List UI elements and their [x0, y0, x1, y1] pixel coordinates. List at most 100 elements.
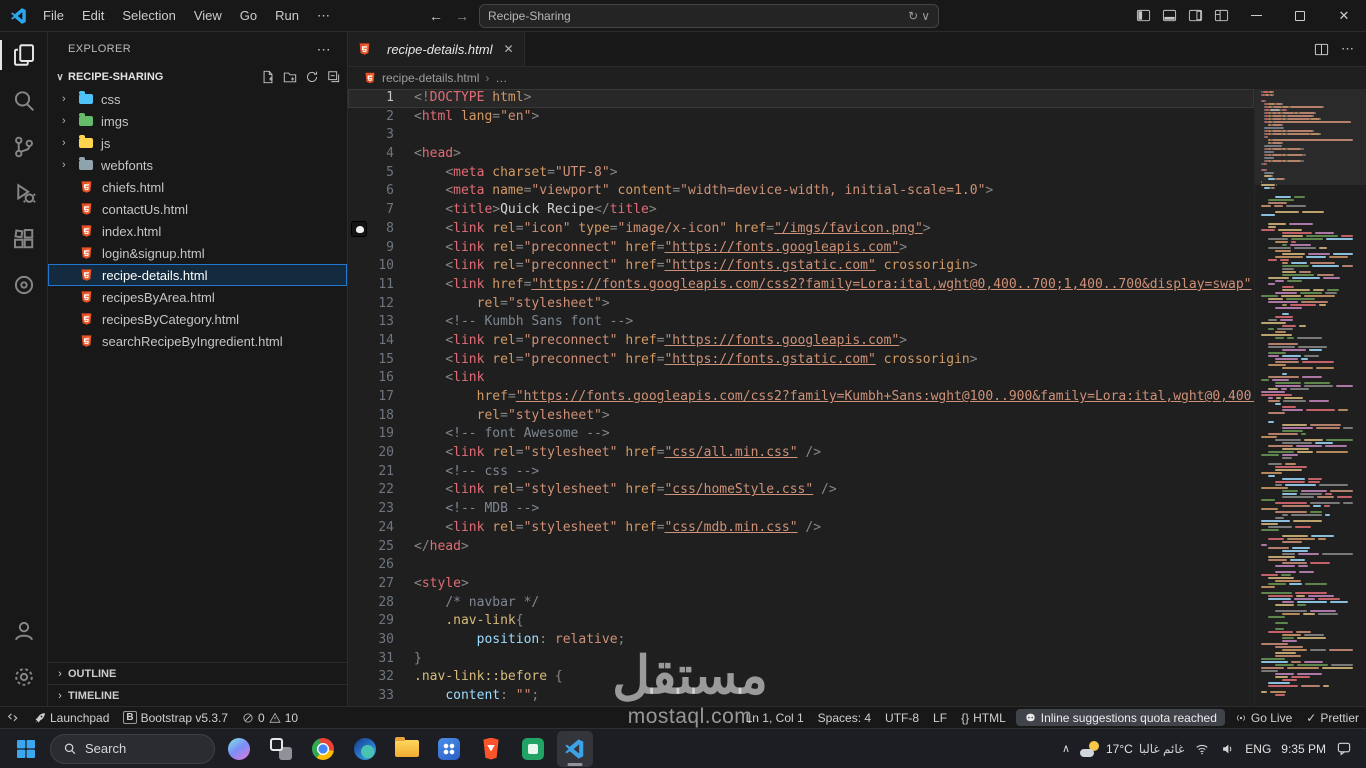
cursor-position[interactable]: Ln 1, Col 1	[739, 707, 811, 728]
file-chiefs.html[interactable]: chiefs.html	[48, 176, 347, 198]
clock[interactable]: 9:35 PM	[1281, 742, 1326, 756]
menu-run[interactable]: Run	[266, 1, 308, 31]
history-icon[interactable]: ↻ ∨	[908, 9, 930, 23]
maximize-button[interactable]	[1278, 0, 1322, 32]
launchpad-button[interactable]: Launchpad	[27, 707, 116, 728]
customize-layout-icon[interactable]	[1208, 0, 1234, 32]
code-line-19[interactable]: 19 <!-- font Awesome -->	[348, 425, 1254, 444]
explorer-icon[interactable]	[0, 32, 48, 78]
hidden-icons-caret[interactable]: ∧	[1062, 742, 1070, 755]
close-button[interactable]: ✕	[1322, 0, 1366, 32]
back-arrow-icon[interactable]: ←	[427, 8, 445, 24]
eol-sequence[interactable]: LF	[926, 707, 954, 728]
code-line-29[interactable]: 29 .nav-link{	[348, 612, 1254, 631]
forward-arrow-icon[interactable]: →	[453, 8, 471, 24]
weather-widget[interactable]: 17°C غائم غالبا	[1080, 740, 1184, 757]
extension-circle-icon[interactable]	[0, 262, 48, 308]
code-line-16[interactable]: 16 <link	[348, 369, 1254, 388]
notifications-icon[interactable]	[1336, 741, 1352, 756]
indentation[interactable]: Spaces: 4	[811, 707, 878, 728]
toggle-sidebar-icon[interactable]	[1130, 0, 1156, 32]
file-recipe-details.html[interactable]: recipe-details.html	[48, 264, 347, 286]
code-line-24[interactable]: 24 <link rel="stylesheet" href="css/mdb.…	[348, 519, 1254, 538]
code-line-25[interactable]: 25 </head>	[348, 538, 1254, 557]
settings-gear-icon[interactable]	[0, 654, 48, 700]
language-mode[interactable]: {} HTML	[954, 707, 1013, 728]
menu-selection[interactable]: Selection	[113, 1, 184, 31]
menu-view[interactable]: View	[185, 1, 231, 31]
file-recipesByArea.html[interactable]: recipesByArea.html	[48, 286, 347, 308]
volume-icon[interactable]	[1220, 742, 1235, 756]
wifi-icon[interactable]	[1194, 742, 1210, 756]
code-line-22[interactable]: 22 <link rel="stylesheet" href="css/home…	[348, 481, 1254, 500]
section-timeline[interactable]: › TIMELINE	[48, 684, 347, 706]
folder-css[interactable]: › css	[48, 88, 347, 110]
code-line-1[interactable]: 1 <!DOCTYPE html>	[348, 89, 1254, 108]
code-line-30[interactable]: 30 position: relative;	[348, 631, 1254, 650]
toggle-secondary-sidebar-icon[interactable]	[1182, 0, 1208, 32]
go-live-button[interactable]: Go Live	[1228, 707, 1299, 728]
code-line-8[interactable]: 8 <link rel="icon" type="image/x-icon" h…	[348, 220, 1254, 239]
extensions-icon[interactable]	[0, 216, 48, 262]
file-explorer-icon[interactable]	[389, 731, 425, 767]
code-line-10[interactable]: 10 <link rel="preconnect" href="https://…	[348, 257, 1254, 276]
code-lines[interactable]: 1 <!DOCTYPE html> 2 <html lang="en"> 3 4 <head…	[348, 89, 1254, 706]
project-root-row[interactable]: ∨ RECIPE-SHARING	[48, 66, 347, 88]
toggle-panel-icon[interactable]	[1156, 0, 1182, 32]
split-editor-icon[interactable]	[1314, 42, 1329, 57]
remote-indicator[interactable]	[0, 707, 27, 728]
folder-webfonts[interactable]: › webfonts	[48, 154, 347, 176]
explorer-more-icon[interactable]: ⋯	[317, 41, 331, 58]
tab-recipe-details[interactable]: recipe-details.html ✕	[348, 32, 525, 66]
search-command-box[interactable]: Recipe-Sharing ↻ ∨	[479, 4, 939, 28]
code-line-28[interactable]: 28 /* navbar */	[348, 594, 1254, 613]
code-line-12[interactable]: 12 rel="stylesheet">	[348, 295, 1254, 314]
breadcrumb-file[interactable]: recipe-details.html	[382, 71, 479, 85]
code-line-4[interactable]: 4 <head>	[348, 145, 1254, 164]
breadcrumb[interactable]: recipe-details.html › …	[348, 67, 1366, 89]
copilot-app-icon[interactable]	[221, 731, 257, 767]
green-app-icon[interactable]	[515, 731, 551, 767]
code-line-27[interactable]: 27 <style>	[348, 575, 1254, 594]
start-button[interactable]	[8, 731, 44, 767]
menu-go[interactable]: Go	[231, 1, 266, 31]
menubar-more-icon[interactable]: ⋯	[308, 1, 339, 31]
folder-js[interactable]: › js	[48, 132, 347, 154]
code-line-13[interactable]: 13 <!-- Kumbh Sans font -->	[348, 313, 1254, 332]
copilot-quota-status[interactable]: Inline suggestions quota reached	[1015, 709, 1225, 726]
code-line-20[interactable]: 20 <link rel="stylesheet" href="css/all.…	[348, 444, 1254, 463]
chrome-icon[interactable]	[305, 731, 341, 767]
account-icon[interactable]	[0, 608, 48, 654]
code-line-33[interactable]: 33 content: "";	[348, 687, 1254, 706]
minimize-button[interactable]	[1234, 0, 1278, 32]
search-icon[interactable]	[0, 78, 48, 124]
bootstrap-version-button[interactable]: B Bootstrap v5.3.7	[116, 707, 235, 728]
edge-icon[interactable]	[347, 731, 383, 767]
input-language[interactable]: ENG	[1245, 742, 1271, 756]
code-line-18[interactable]: 18 rel="stylesheet">	[348, 407, 1254, 426]
collapse-all-icon[interactable]	[327, 70, 341, 84]
file-searchRecipeByIngredient.html[interactable]: searchRecipeByIngredient.html	[48, 330, 347, 352]
code-line-15[interactable]: 15 <link rel="preconnect" href="https://…	[348, 351, 1254, 370]
editor-more-icon[interactable]: ⋯	[1341, 41, 1354, 57]
problems-button[interactable]: 0 10	[235, 707, 305, 728]
code-line-21[interactable]: 21 <!-- css -->	[348, 463, 1254, 482]
vscode-taskbar-icon[interactable]	[557, 730, 593, 767]
code-line-32[interactable]: 32 .nav-link::before {	[348, 668, 1254, 687]
run-debug-icon[interactable]	[0, 170, 48, 216]
tab-close-icon[interactable]: ✕	[504, 42, 514, 56]
code-line-7[interactable]: 7 <title>Quick Recipe</title>	[348, 201, 1254, 220]
file-contactUs.html[interactable]: contactUs.html	[48, 198, 347, 220]
code-line-26[interactable]: 26	[348, 556, 1254, 575]
code-line-2[interactable]: 2 <html lang="en">	[348, 108, 1254, 127]
prettier-button[interactable]: ✓ Prettier	[1299, 707, 1366, 728]
refresh-icon[interactable]	[305, 70, 319, 84]
code-line-31[interactable]: 31}	[348, 650, 1254, 669]
encoding[interactable]: UTF-8	[878, 707, 926, 728]
code-editor[interactable]: 1 <!DOCTYPE html> 2 <html lang="en"> 3 4 <head…	[348, 89, 1366, 706]
minimap[interactable]	[1254, 89, 1366, 706]
section-outline[interactable]: › OUTLINE	[48, 662, 347, 684]
menu-file[interactable]: File	[34, 1, 73, 31]
code-line-11[interactable]: 11 <link href="https://fonts.googleapis.…	[348, 276, 1254, 295]
task-view-icon[interactable]	[263, 731, 299, 767]
